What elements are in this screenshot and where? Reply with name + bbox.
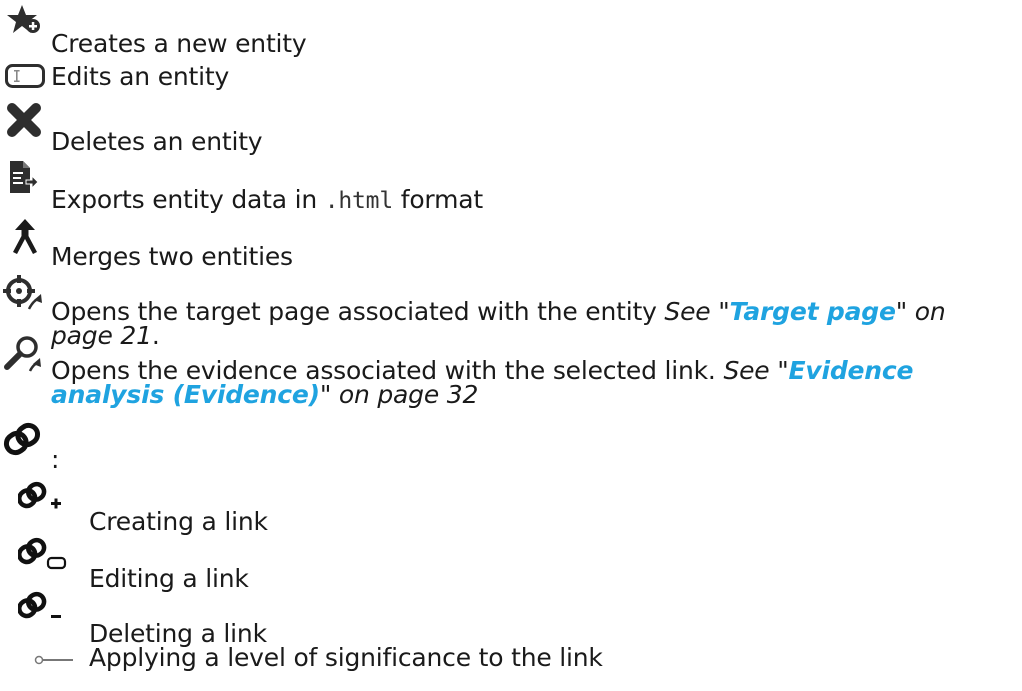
target-page-link[interactable]: Target page [730,297,896,326]
item-text: Creating a link [89,507,268,536]
link-chain-icon [3,422,41,456]
link-edit-icon [18,537,67,570]
item-text: Deletes an entity [51,127,263,156]
text-part: . [151,321,160,350]
item-text: Edits an entity [51,62,230,91]
item-text: Opens the evidence associated with the s… [51,358,971,407]
evidence-search-icon [4,336,41,372]
item-text: Editing a link [89,564,249,593]
item-text: Opens the target page associated with th… [51,297,971,350]
item-text: Creates a new entity [51,29,307,58]
link-add-icon [18,481,61,509]
code-format: .html [324,188,393,214]
edit-field-icon [5,64,45,88]
item-text: : [51,445,60,474]
star-plus-icon [7,5,40,33]
item-text: Applying a level of significance to the … [89,643,603,672]
export-doc-icon [10,161,39,193]
link-delete-icon [18,591,61,619]
item-text: Merges two entities [51,242,293,271]
target-page-icon [3,275,42,310]
delete-x-icon [7,103,41,137]
text-part: format [392,185,483,214]
significance-slider-icon [34,655,73,665]
merge-arrow-icon [13,219,37,254]
item-text: Exports entity data in .html format [51,186,483,215]
text-part: Exports entity data in [51,185,325,214]
